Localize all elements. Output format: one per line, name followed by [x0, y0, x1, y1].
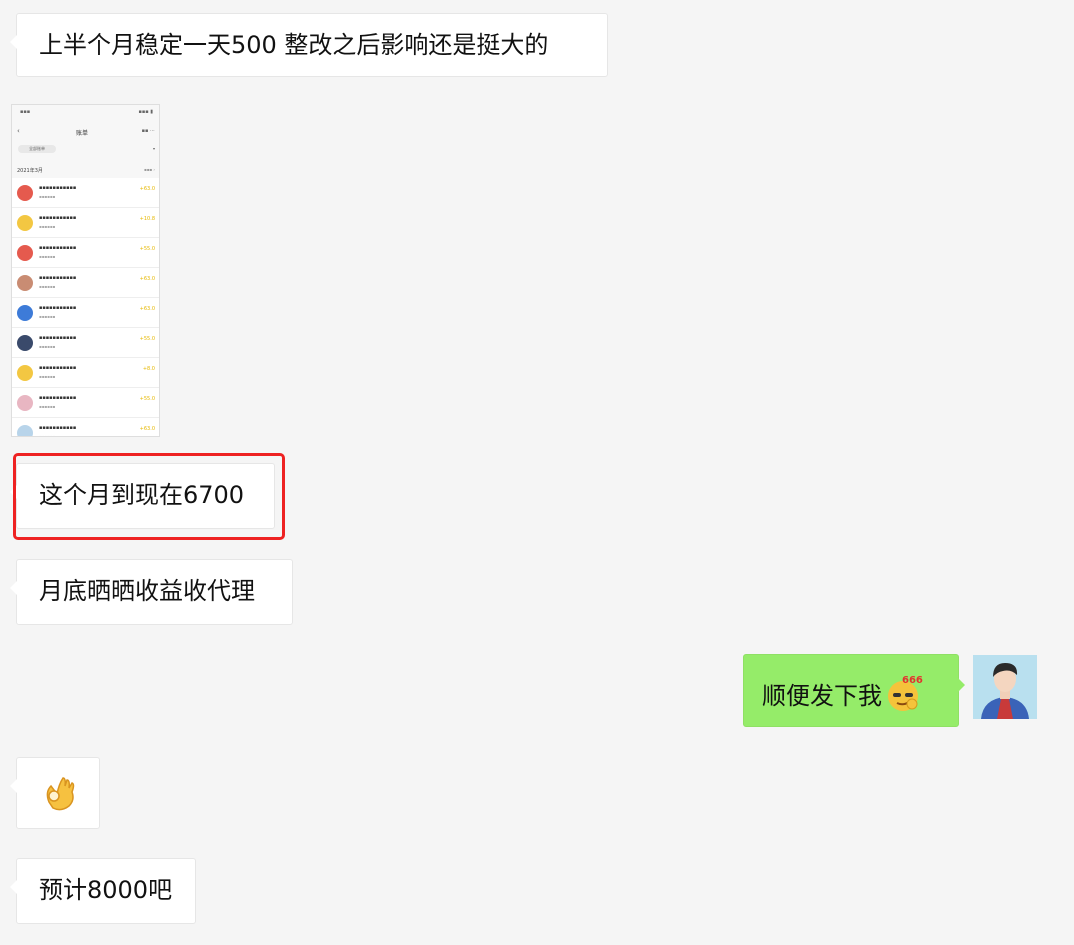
- bill-row-amount: +63.0: [139, 186, 155, 192]
- bill-row-date: ▪▪▪▪▪▪: [39, 254, 56, 259]
- bill-row-amount: +63.0: [139, 306, 155, 312]
- back-icon: ‹: [17, 127, 20, 135]
- bill-row-amount: +8.0: [142, 366, 155, 372]
- filter-icon: ▾: [152, 146, 155, 151]
- bill-row-date: ▪▪▪▪▪▪: [39, 224, 56, 229]
- ok-hand-emoji-icon: [39, 772, 81, 814]
- screenshot-filter: 全部账单: [18, 145, 56, 153]
- message-bubble-7[interactable]: 预计8000吧: [10, 858, 196, 924]
- 666-emoji-icon: 666: [884, 674, 924, 714]
- bill-row: ▪▪▪▪▪▪▪▪▪▪▪ ▪▪▪▪▪▪ +63.0: [12, 268, 159, 298]
- screenshot-month: 2021年3月: [17, 168, 43, 174]
- bill-row-amount: +63.0: [139, 276, 155, 282]
- bill-row-icon: [17, 185, 33, 201]
- bill-row: ▪▪▪▪▪▪▪▪▪▪▪ ▪▪▪▪▪▪ +55.0: [12, 238, 159, 268]
- bill-row-date: ▪▪▪▪▪▪: [39, 434, 56, 437]
- bill-row-date: ▪▪▪▪▪▪: [39, 194, 56, 199]
- bill-row: ▪▪▪▪▪▪▪▪▪▪▪ ▪▪▪▪▪▪ +55.0: [12, 388, 159, 418]
- screenshot-nav-bar: ‹ 账单 ▪▪ ⋯: [12, 121, 159, 141]
- bill-row-name: ▪▪▪▪▪▪▪▪▪▪▪: [39, 185, 77, 191]
- avatar[interactable]: [973, 655, 1037, 719]
- bill-row-name: ▪▪▪▪▪▪▪▪▪▪▪: [39, 305, 77, 311]
- bill-row-icon: [17, 305, 33, 321]
- message-text: 预计8000吧: [39, 876, 173, 904]
- message-text: 顺便发下我: [762, 682, 882, 710]
- bill-screenshot-image[interactable]: ▪▪▪ ▪▪▪ ▮ ‹ 账单 ▪▪ ⋯ 全部账单 ▾ 2021年3月 ▪▪▪ ›…: [11, 104, 160, 437]
- message-text: 上半个月稳定一天500 整改之后影响还是挺大的: [39, 31, 549, 59]
- bill-row: ▪▪▪▪▪▪▪▪▪▪▪ ▪▪▪▪▪▪ +10.8: [12, 208, 159, 238]
- bill-row-icon: [17, 335, 33, 351]
- message-bubble-1[interactable]: 上半个月稳定一天500 整改之后影响还是挺大的: [10, 13, 608, 77]
- bill-row-name: ▪▪▪▪▪▪▪▪▪▪▪: [39, 245, 77, 251]
- status-bar: ▪▪▪ ▪▪▪ ▮: [20, 109, 153, 115]
- bill-row-amount: +55.0: [139, 246, 155, 252]
- bill-row-date: ▪▪▪▪▪▪: [39, 404, 56, 409]
- message-bubble-5[interactable]: 顺便发下我 666: [743, 654, 965, 727]
- bill-row-name: ▪▪▪▪▪▪▪▪▪▪▪: [39, 215, 77, 221]
- screenshot-bill-list: ▪▪▪▪▪▪▪▪▪▪▪ ▪▪▪▪▪▪ +63.0 ▪▪▪▪▪▪▪▪▪▪▪ ▪▪▪▪▪▪ +…: [12, 178, 159, 437]
- message-bubble-6[interactable]: [10, 757, 100, 829]
- bill-row-date: ▪▪▪▪▪▪: [39, 374, 56, 379]
- svg-text:666: 666: [902, 675, 923, 686]
- bill-row-name: ▪▪▪▪▪▪▪▪▪▪▪: [39, 425, 77, 431]
- bill-row-amount: +55.0: [139, 336, 155, 342]
- bill-row-icon: [17, 275, 33, 291]
- screenshot-nav-title: 账单: [76, 130, 89, 137]
- bill-row-name: ▪▪▪▪▪▪▪▪▪▪▪: [39, 335, 77, 341]
- bill-row-date: ▪▪▪▪▪▪: [39, 284, 56, 289]
- highlight-box: [13, 453, 285, 540]
- bill-row-amount: +63.0: [139, 426, 155, 432]
- bill-row: ▪▪▪▪▪▪▪▪▪▪▪ ▪▪▪▪▪▪ +63.0: [12, 418, 159, 437]
- bill-row: ▪▪▪▪▪▪▪▪▪▪▪ ▪▪▪▪▪▪ +8.0: [12, 358, 159, 388]
- bill-row-name: ▪▪▪▪▪▪▪▪▪▪▪: [39, 395, 77, 401]
- bill-row-name: ▪▪▪▪▪▪▪▪▪▪▪: [39, 275, 77, 281]
- bill-row-icon: [17, 425, 33, 436]
- bill-row-icon: [17, 395, 33, 411]
- stats-icon: ▪▪▪ ›: [143, 167, 155, 172]
- bill-row: ▪▪▪▪▪▪▪▪▪▪▪ ▪▪▪▪▪▪ +63.0: [12, 298, 159, 328]
- bill-row-amount: +55.0: [139, 396, 155, 402]
- bill-row-name: ▪▪▪▪▪▪▪▪▪▪▪: [39, 365, 77, 371]
- bill-row-amount: +10.8: [139, 216, 155, 222]
- bill-row-date: ▪▪▪▪▪▪: [39, 344, 56, 349]
- bill-row-icon: [17, 215, 33, 231]
- bill-row-icon: [17, 245, 33, 261]
- message-bubble-4[interactable]: 月底晒晒收益收代理: [10, 559, 293, 625]
- more-icon: ▪▪ ⋯: [141, 128, 155, 134]
- bill-row-date: ▪▪▪▪▪▪: [39, 314, 56, 319]
- bill-row-icon: [17, 365, 33, 381]
- message-text: 月底晒晒收益收代理: [39, 577, 255, 605]
- bill-row: ▪▪▪▪▪▪▪▪▪▪▪ ▪▪▪▪▪▪ +55.0: [12, 328, 159, 358]
- bill-row: ▪▪▪▪▪▪▪▪▪▪▪ ▪▪▪▪▪▪ +63.0: [12, 178, 159, 208]
